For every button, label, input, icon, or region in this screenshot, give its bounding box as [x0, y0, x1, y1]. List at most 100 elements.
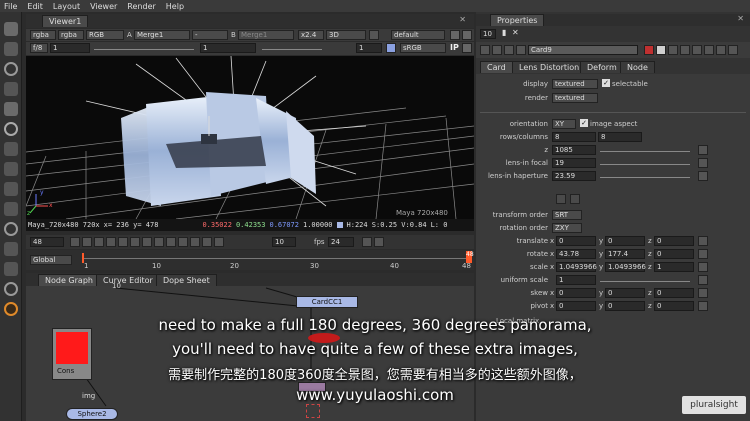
card-cc1-node[interactable]: CardCC1	[296, 296, 358, 308]
transform-tool-icon[interactable]	[4, 182, 18, 196]
tab-node-graph[interactable]: Node Graph	[38, 274, 100, 286]
z-animation-icon[interactable]	[698, 145, 708, 155]
next-keyframe-icon[interactable]	[178, 237, 188, 247]
menu-render[interactable]: Render	[127, 2, 155, 11]
skew-animation-icon[interactable]	[698, 288, 708, 298]
tab-properties[interactable]: Properties	[490, 14, 545, 26]
translate-y-field[interactable]: 0	[605, 236, 645, 246]
viewer-3d-canvas[interactable]: y x z Maya 720x480	[26, 56, 474, 219]
lock-icon[interactable]: ▮	[502, 28, 506, 37]
step-back-icon[interactable]	[106, 237, 116, 247]
time-tool-icon[interactable]	[4, 62, 18, 76]
uniform-scale-slider[interactable]	[600, 276, 690, 282]
redo-icon[interactable]	[680, 45, 690, 55]
view-mode-select[interactable]: 3D	[326, 30, 366, 40]
color-tool-icon[interactable]	[4, 102, 18, 116]
pivot-z-field[interactable]: 0	[654, 301, 694, 311]
draw-tool-icon[interactable]	[4, 42, 18, 56]
float-panel-icon[interactable]	[492, 45, 502, 55]
rotate-animation-icon[interactable]	[698, 249, 708, 259]
fstop-select[interactable]: f/8	[30, 43, 48, 53]
frame-field[interactable]: 1	[356, 43, 382, 53]
close-panel-icon[interactable]	[728, 45, 738, 55]
float-icon[interactable]	[716, 45, 726, 55]
uniform-scale-animation-icon[interactable]	[698, 275, 708, 285]
selectable-checkbox[interactable]: ✓	[602, 79, 610, 87]
ruler-icon[interactable]	[462, 30, 472, 40]
metadata-tool-icon[interactable]	[4, 242, 18, 256]
channels-select[interactable]: rgba	[30, 30, 56, 40]
skew-y-field[interactable]: 0	[605, 288, 645, 298]
z-field[interactable]: 1085	[552, 145, 596, 155]
input-a-select[interactable]: Merge1	[134, 30, 190, 40]
nuke-logo-icon[interactable]	[4, 302, 18, 316]
fps-field[interactable]: 24	[328, 237, 354, 247]
translate-z-field[interactable]: 0	[654, 236, 694, 246]
tab-curve-editor[interactable]: Curve Editor	[96, 274, 160, 286]
step-forward-icon[interactable]	[154, 237, 164, 247]
gamma-field[interactable]: 1	[200, 43, 256, 53]
menu-viewer[interactable]: Viewer	[90, 2, 117, 11]
lens-focal-field[interactable]: 19	[552, 158, 596, 168]
render-select[interactable]: textured	[552, 93, 598, 103]
increment-field[interactable]: 10	[272, 237, 296, 247]
channel-tool-icon[interactable]	[4, 82, 18, 96]
clip-warning-icon[interactable]	[386, 43, 396, 53]
rows-field[interactable]: 8	[552, 132, 596, 142]
frame-range-select[interactable]: Global	[30, 255, 72, 265]
ip-button[interactable]: IP	[450, 43, 459, 52]
image-aspect-checkbox[interactable]: ✓	[580, 119, 588, 127]
current-frame-field[interactable]: 48	[30, 237, 64, 247]
scale-animation-icon[interactable]	[698, 262, 708, 272]
pivot-animation-icon[interactable]	[698, 301, 708, 311]
transform-order-select[interactable]: SRT	[552, 210, 582, 220]
scale-z-field[interactable]: 1	[654, 262, 694, 272]
skew-x-field[interactable]: 0	[556, 288, 596, 298]
repeat-icon[interactable]	[374, 237, 384, 247]
uniform-scale-field[interactable]: 1	[556, 275, 596, 285]
pivot-x-field[interactable]: 0	[556, 301, 596, 311]
menu-help[interactable]: Help	[166, 2, 184, 11]
input-b-select[interactable]: Merge1	[238, 30, 294, 40]
composite-select[interactable]: -	[192, 30, 228, 40]
play-backward-icon[interactable]	[118, 237, 128, 247]
help-icon[interactable]	[704, 45, 714, 55]
lock-icon[interactable]	[369, 30, 379, 40]
close-icon[interactable]: ✕	[459, 15, 466, 24]
clear-icon[interactable]: ✕	[512, 28, 519, 37]
close-icon[interactable]: ✕	[737, 14, 744, 23]
pivot-handle-icon[interactable]	[570, 194, 580, 204]
lens-focal-animation-icon[interactable]	[698, 158, 708, 168]
image-tool-icon[interactable]	[4, 22, 18, 36]
next-increment-icon[interactable]	[166, 237, 176, 247]
transform-handle-icon[interactable]	[556, 194, 566, 204]
first-frame-icon[interactable]	[70, 237, 80, 247]
tab-node[interactable]: Node	[620, 61, 655, 73]
node-name-field[interactable]: Card9	[528, 45, 638, 55]
lens-haperture-animation-icon[interactable]	[698, 171, 708, 181]
tab-viewer1[interactable]: Viewer1	[42, 15, 89, 27]
settings-icon[interactable]	[450, 30, 460, 40]
stop-icon[interactable]	[130, 237, 140, 247]
menu-layout[interactable]: Layout	[53, 2, 80, 11]
filter-tool-icon[interactable]	[4, 122, 18, 136]
menu-edit[interactable]: Edit	[27, 2, 43, 11]
revert-icon[interactable]	[692, 45, 702, 55]
lut-select[interactable]: default	[391, 30, 445, 40]
rotation-order-select[interactable]: ZXY	[552, 223, 582, 233]
layer-select[interactable]: rgba	[58, 30, 84, 40]
rotate-y-field[interactable]: 177.4	[605, 249, 645, 259]
views-tool-icon[interactable]	[4, 222, 18, 236]
gain-slider[interactable]	[94, 44, 194, 50]
menu-file[interactable]: File	[4, 2, 17, 11]
prev-increment-icon[interactable]	[94, 237, 104, 247]
rect-icon[interactable]	[504, 45, 514, 55]
rotate-z-field[interactable]: 0	[654, 249, 694, 259]
zoom-select[interactable]: x2.4	[298, 30, 324, 40]
play-forward-icon[interactable]	[142, 237, 152, 247]
tab-dope-sheet[interactable]: Dope Sheet	[156, 274, 217, 286]
gamma-slider[interactable]	[262, 44, 322, 50]
skew-z-field[interactable]: 0	[654, 288, 694, 298]
colorspace-select[interactable]: sRGB	[400, 43, 446, 53]
translate-x-field[interactable]: 0	[556, 236, 596, 246]
